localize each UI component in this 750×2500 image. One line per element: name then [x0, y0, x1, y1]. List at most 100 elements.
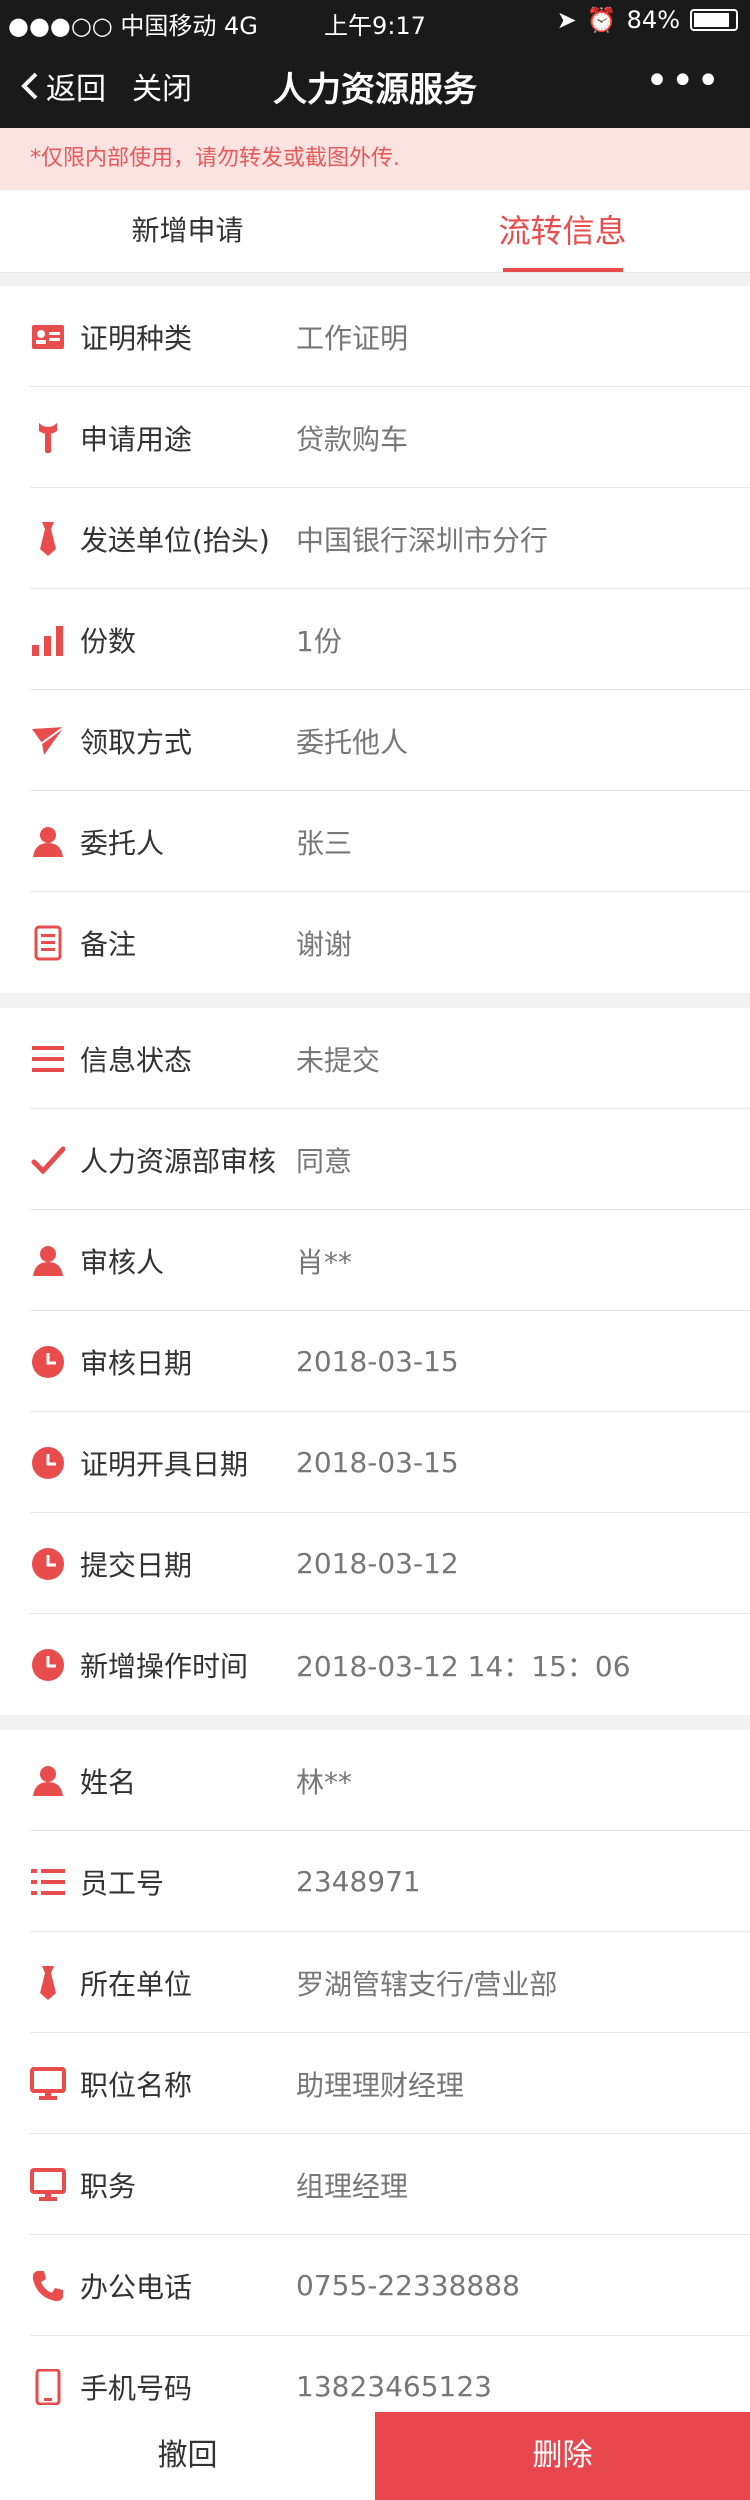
delete-button[interactable]: 删除: [375, 2412, 750, 2500]
nav-bar: 返回 关闭 人力资源服务 •••: [0, 40, 750, 128]
row-value: 张三: [296, 826, 353, 860]
tie-icon: [30, 521, 66, 557]
info-row: 人力资源部审核 同意: [0, 1109, 750, 1210]
confidential-notice: *仅限内部使用，请勿转发或截图外传.: [0, 128, 750, 190]
row-value: 委托他人: [296, 725, 409, 759]
review-status-section: 信息状态 未提交 人力资源部审核 同意 审核人 肖** 审核日期 2018-03-15 证明开具…: [0, 1008, 750, 1715]
info-row: 新增操作时间 2018-03-12 14：15：06: [0, 1614, 750, 1715]
row-value: 2018-03-12: [296, 1547, 459, 1580]
row-label: 职务: [80, 2169, 137, 2203]
person-icon: [30, 1763, 66, 1799]
row-value: 中国银行深圳市分行: [296, 523, 549, 557]
monitor-icon: [30, 2066, 66, 2102]
row-label: 职位名称: [80, 2068, 193, 2102]
row-value: 2018-03-15: [296, 1446, 459, 1479]
info-row: 员工号 2348971: [0, 1831, 750, 1932]
info-row: 办公电话 0755-22338888: [0, 2235, 750, 2336]
row-label: 手机号码: [80, 2371, 193, 2405]
row-value: 贷款购车: [296, 422, 409, 456]
battery-icon: [690, 9, 738, 31]
tab-flow-info[interactable]: 流转信息: [375, 190, 750, 272]
certificate-info-section: 证明种类 工作证明申请用途 贷款购车发送单位(抬头) 中国银行深圳市分行份数 1份领取方…: [0, 286, 750, 993]
row-label: 备注: [80, 927, 137, 961]
clock-icon: [30, 1445, 66, 1481]
row-value: 林**: [296, 1765, 353, 1799]
clock-icon: [30, 1546, 66, 1582]
row-label: 证明开具日期: [80, 1447, 249, 1481]
wrench-icon: [30, 420, 66, 456]
person-icon: [30, 824, 66, 860]
monitor-icon: [30, 2167, 66, 2203]
info-row: 提交日期 2018-03-12: [0, 1513, 750, 1614]
row-label: 办公电话: [80, 2270, 193, 2304]
row-label: 申请用途: [80, 422, 193, 456]
row-value: 2348971: [296, 1865, 421, 1898]
paper-plane-icon: [30, 723, 66, 759]
info-row: 份数 1份: [0, 589, 750, 690]
withdraw-button[interactable]: 撤回: [0, 2412, 375, 2500]
phone-icon: [30, 2268, 66, 2304]
row-value: 0755-22338888: [296, 2269, 520, 2302]
page-title: 人力资源服务: [273, 70, 477, 110]
row-value: 13823465123: [296, 2370, 492, 2403]
row-label: 姓名: [80, 1765, 137, 1799]
check-icon: [30, 1142, 66, 1178]
id-card-icon: [30, 319, 66, 355]
status-indicators: ➤ ⏰ 84%: [557, 6, 738, 34]
location-icon: ➤: [556, 6, 577, 34]
row-label: 所在单位: [80, 1967, 193, 2001]
tab-flow-info-label: 流转信息: [498, 212, 627, 250]
row-label: 审核日期: [80, 1346, 193, 1380]
row-label: 证明种类: [80, 321, 193, 355]
tie-icon: [30, 1965, 66, 2001]
tab-bar: 新增申请 流转信息: [0, 190, 750, 273]
row-value: 同意: [296, 1144, 353, 1178]
info-row: 申请用途 贷款购车: [0, 387, 750, 488]
info-row: 姓名 林**: [0, 1730, 750, 1831]
row-value: 罗湖管辖支行/营业部: [296, 1967, 558, 2001]
row-label: 审核人: [80, 1245, 165, 1279]
info-row: 审核日期 2018-03-15: [0, 1311, 750, 1412]
status-bar: ●●●○○ 中国移动 4G 上午9:17 ➤ ⏰ 84%: [0, 0, 750, 40]
row-label: 提交日期: [80, 1548, 193, 1582]
row-label: 信息状态: [80, 1043, 193, 1077]
person-icon: [30, 1243, 66, 1279]
info-row: 发送单位(抬头) 中国银行深圳市分行: [0, 488, 750, 589]
info-row: 职位名称 助理理财经理: [0, 2033, 750, 2134]
document-icon: [30, 925, 66, 961]
row-label: 人力资源部审核: [80, 1144, 277, 1178]
info-row: 证明种类 工作证明: [0, 286, 750, 387]
row-label: 新增操作时间: [80, 1649, 249, 1683]
clock-icon: [30, 1647, 66, 1683]
row-label: 委托人: [80, 826, 165, 860]
clock-icon: [30, 1344, 66, 1380]
info-row: 领取方式 委托他人: [0, 690, 750, 791]
row-label: 份数: [80, 624, 137, 658]
row-value: 助理理财经理: [296, 2068, 465, 2102]
row-value: 谢谢: [296, 927, 353, 961]
info-row: 审核人 肖**: [0, 1210, 750, 1311]
row-value: 工作证明: [296, 321, 409, 355]
row-label: 发送单位(抬头): [80, 523, 270, 557]
info-row: 信息状态 未提交: [0, 1008, 750, 1109]
row-value: 1份: [296, 624, 342, 658]
row-value: 肖**: [296, 1245, 353, 1279]
row-value: 未提交: [296, 1043, 381, 1077]
bottom-action-bar: 撤回 删除: [0, 2412, 750, 2500]
info-row: 证明开具日期 2018-03-15: [0, 1412, 750, 1513]
alarm-icon: ⏰: [586, 6, 617, 34]
mobile-icon: [30, 2368, 66, 2405]
row-label: 领取方式: [80, 725, 193, 759]
tab-new-application[interactable]: 新增申请: [0, 190, 375, 272]
employee-list-icon: [30, 1864, 66, 1900]
active-tab-indicator: [503, 268, 623, 272]
list-icon: [30, 1041, 66, 1077]
info-row: 备注 谢谢: [0, 892, 750, 993]
bar-chart-icon: [30, 622, 66, 658]
row-value: 2018-03-12 14：15：06: [296, 1649, 631, 1683]
more-menu-button[interactable]: •••: [645, 58, 722, 104]
row-label: 员工号: [80, 1866, 165, 1900]
info-row: 职务 组理经理: [0, 2134, 750, 2235]
employee-info-section: 姓名 林** 员工号 2348971 所在单位 罗湖管辖支行/营业部 职位名称 助理理财经理职…: [0, 1730, 750, 2437]
info-row: 委托人 张三: [0, 791, 750, 892]
